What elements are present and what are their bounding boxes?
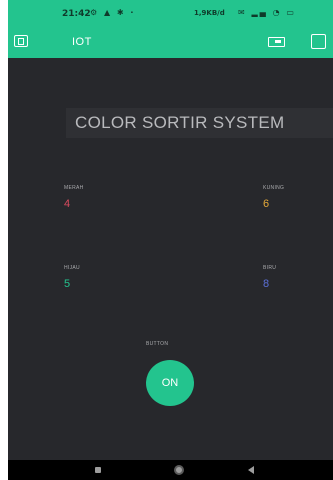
device-icon[interactable] [14, 35, 28, 47]
app-screen: 21:42 ⚙ ▲ ✱ · 1,9KB/d ✉ ▂▄ ◔ ▭ IOT COLOR… [8, 0, 333, 480]
widget-value: 4 [64, 198, 71, 210]
value-widget-merah: MERAH 4 [64, 185, 84, 210]
widget-label: BIRU [263, 265, 277, 271]
status-bar: 21:42 ⚙ ▲ ✱ · 1,9KB/d ✉ ▂▄ ◔ ▭ [8, 0, 333, 26]
navigation-bar [8, 460, 333, 480]
title-label-widget: COLOR SORTIR SYSTEM [66, 108, 333, 138]
widget-label: MERAH [64, 185, 84, 191]
widget-value: 5 [64, 278, 71, 290]
project-title: IOT [72, 36, 92, 48]
switch-icon[interactable] [268, 37, 285, 47]
on-button[interactable]: ON [146, 360, 194, 406]
home-icon[interactable] [174, 465, 184, 475]
value-widget-kuning: KUNING 6 [263, 185, 284, 210]
widget-label: HIJAU [64, 265, 80, 271]
widget-value: 8 [263, 278, 270, 290]
value-widget-biru: BIRU 8 [263, 265, 276, 290]
button-widget-label: BUTTON [146, 341, 169, 347]
widget-value: 6 [263, 198, 270, 210]
notification-icons: ⚙ ▲ ✱ · [90, 8, 136, 17]
back-icon[interactable] [248, 466, 254, 474]
widget-label: KUNING [263, 185, 285, 191]
app-bar: IOT [8, 26, 333, 58]
square-icon[interactable] [311, 34, 326, 49]
recent-apps-icon[interactable] [95, 467, 101, 473]
value-widget-hijau: HIJAU 5 [64, 265, 80, 290]
network-speed: 1,9KB/d [194, 9, 225, 17]
system-status-icons: ✉ ▂▄ ◔ ▭ [238, 8, 296, 17]
status-time: 21:42 [62, 9, 91, 19]
